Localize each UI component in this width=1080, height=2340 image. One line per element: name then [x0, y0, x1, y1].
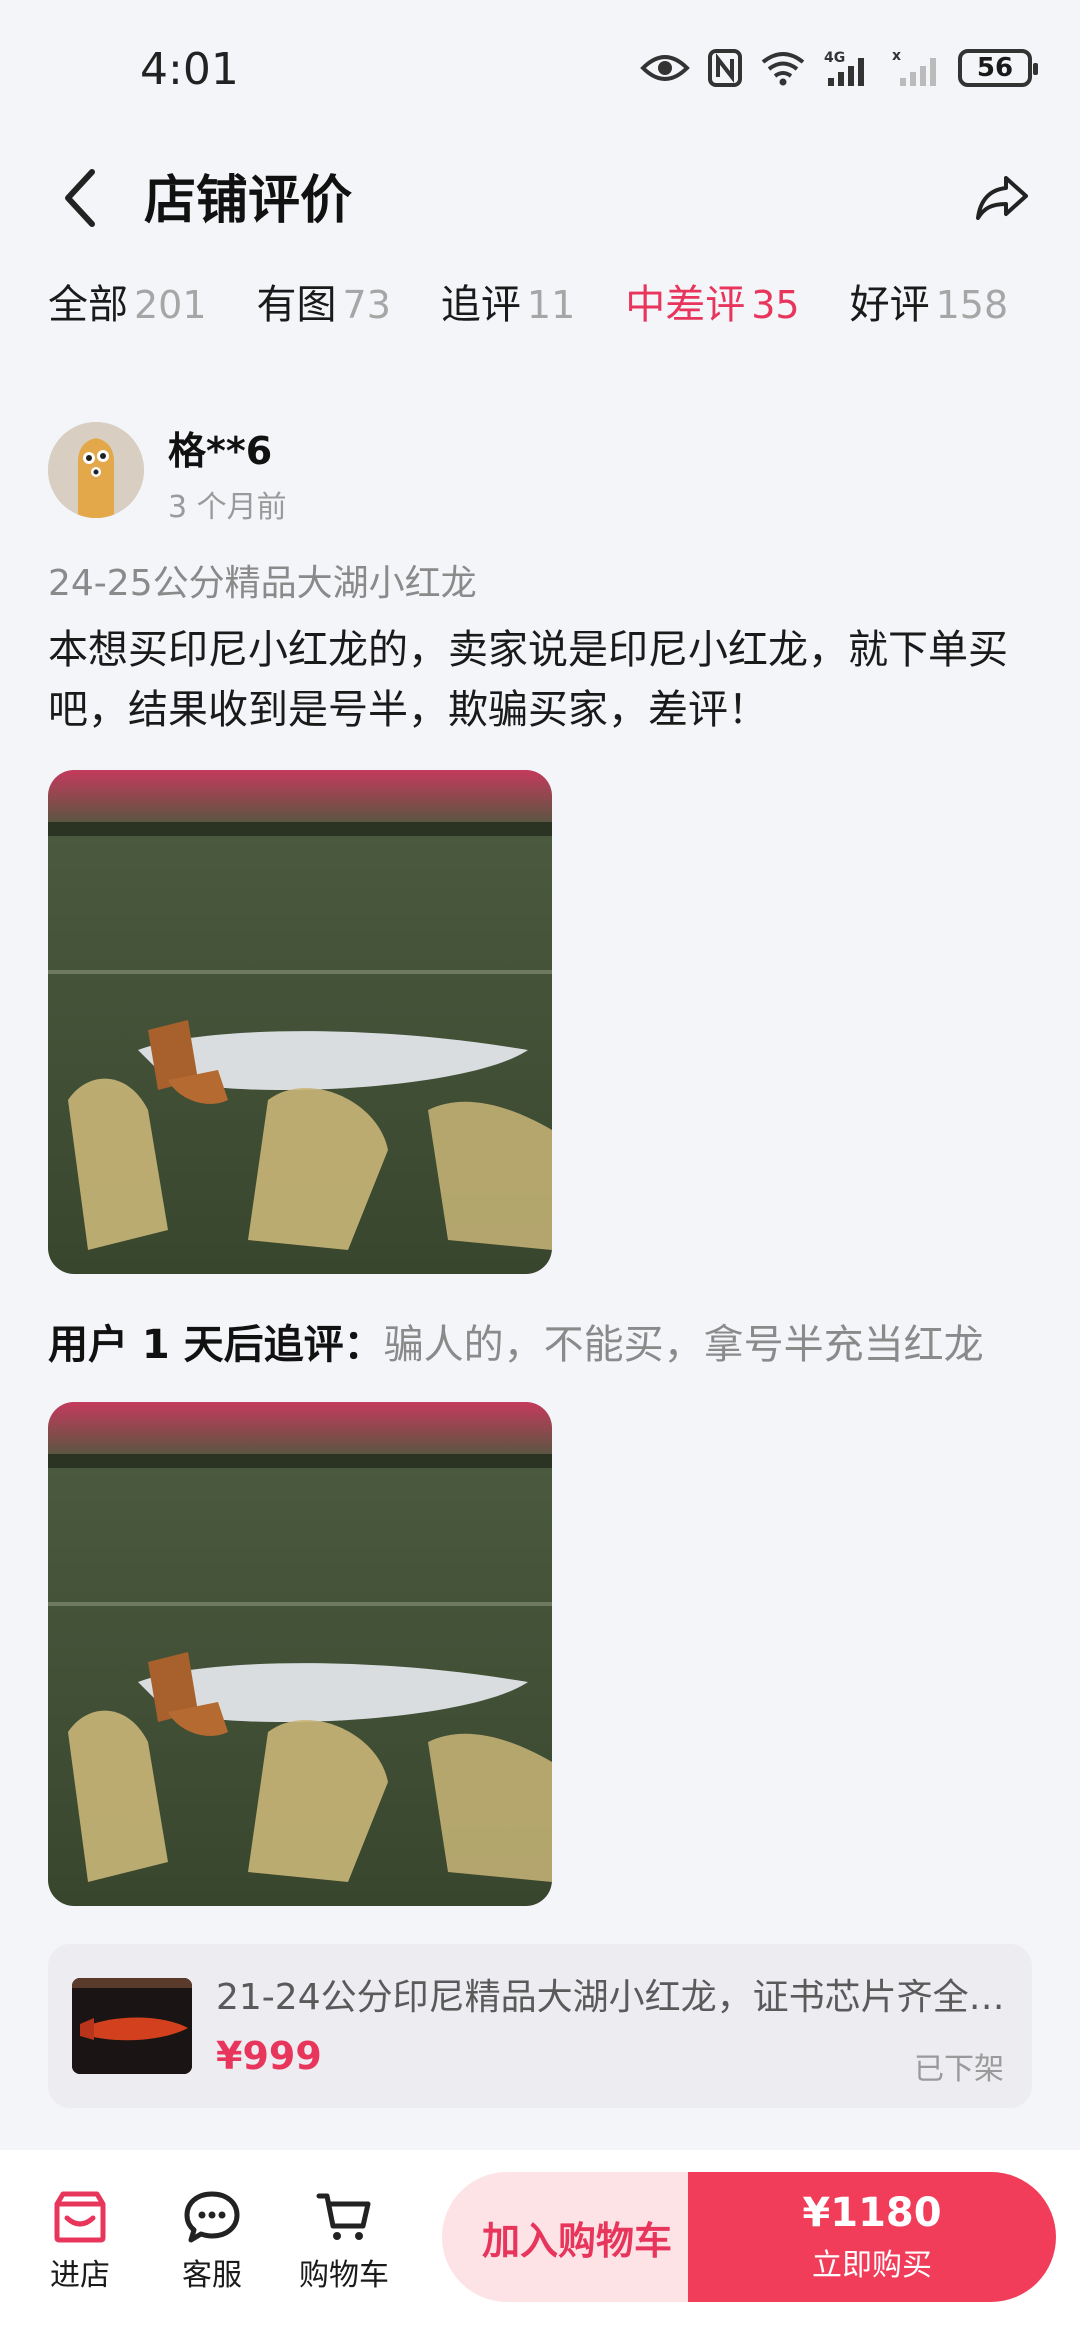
followup-photo[interactable] — [48, 1402, 552, 1906]
battery-icon: 56 — [958, 49, 1038, 87]
tab-with-photos[interactable]: 有图 73 — [257, 272, 391, 330]
store-icon — [54, 2191, 106, 2243]
product-card[interactable]: 21-24公分印尼精品大湖小红龙，证书芯片齐全… ¥999 已下架 — [48, 1944, 1032, 2108]
service-label: 客服 — [182, 2258, 242, 2293]
share-icon — [976, 176, 1028, 220]
review-time: 3 个月前 — [168, 490, 287, 525]
tab-count: 35 — [751, 283, 800, 327]
status-time: 4:01 — [140, 44, 239, 95]
buy-now-label: 立即购买 — [812, 2248, 932, 2283]
tab-count: 158 — [935, 283, 1009, 327]
status-bar: 4:01 4G x 56 — [0, 0, 1080, 140]
filter-tabs: 全部 201 有图 73 追评 11 中差评 35 好评 158 — [48, 266, 1056, 336]
cart-label: 购物车 — [299, 2258, 389, 2293]
store-button[interactable]: 进店 — [20, 2190, 140, 2294]
review-photo[interactable] — [48, 770, 552, 1274]
followup-text: 骗人的，不能买，拿号半充当红龙 — [383, 1322, 984, 1368]
avatar[interactable] — [48, 422, 144, 518]
nfc-icon — [708, 49, 742, 87]
buy-now-button[interactable]: ¥1180 立即购买 — [688, 2172, 1056, 2302]
reviewer-name: 格**6 — [168, 429, 273, 473]
product-thumbnail — [72, 1978, 192, 2074]
tab-count: 11 — [526, 283, 576, 327]
bottom-action-bar: 进店 客服 购物车 加入购物车 ¥1180 立即购买 — [0, 2150, 1080, 2340]
chevron-left-icon — [65, 169, 95, 227]
cart-icon — [316, 2193, 371, 2240]
tab-label: 全部 — [48, 282, 128, 328]
product-price: ¥999 — [216, 2034, 322, 2078]
product-status: 已下架 — [914, 2052, 1004, 2087]
buy-price: ¥1180 — [802, 2190, 942, 2236]
store-label: 进店 — [50, 2258, 110, 2293]
tab-label: 有图 — [256, 282, 337, 328]
product-name: 21-24公分印尼精品大湖小红龙，证书芯片齐全… — [216, 1977, 1005, 2018]
header: 店铺评价 — [0, 150, 1080, 250]
tab-label: 好评 — [849, 282, 930, 328]
back-button[interactable] — [48, 160, 112, 236]
followup-review: 用户 1 天后追评：骗人的，不能买，拿号半充当红龙 — [48, 1312, 984, 1370]
tab-positive[interactable]: 好评 158 — [850, 272, 1009, 330]
review-sku: 24-25公分精品大湖小红龙 — [48, 563, 477, 604]
customer-service-button[interactable]: 客服 — [152, 2190, 272, 2294]
tab-label: 追评 — [440, 282, 521, 328]
tab-count: 201 — [134, 283, 207, 327]
signal-icon: x — [892, 48, 940, 88]
eye-icon — [640, 52, 690, 84]
add-to-cart-button[interactable]: 加入购物车 — [442, 2172, 712, 2302]
tab-followup[interactable]: 追评 11 — [441, 272, 575, 330]
svg-text:4G: 4G — [824, 50, 845, 66]
tab-negative[interactable]: 中差评 35 — [625, 272, 799, 330]
tab-all[interactable]: 全部 201 — [48, 272, 207, 330]
followup-label: 用户 1 天后追评： — [48, 1322, 384, 1368]
cart-button[interactable]: 购物车 — [284, 2190, 404, 2294]
share-button[interactable] — [964, 160, 1040, 236]
svg-text:x: x — [892, 48, 901, 64]
page-title: 店铺评价 — [144, 171, 353, 231]
wifi-icon — [760, 50, 806, 86]
tab-count: 73 — [342, 283, 391, 327]
chat-icon — [184, 2191, 240, 2243]
review-content: 本想买印尼小红龙的，卖家说是印尼小红龙，就下单买吧，结果收到是号半，欺骗买家，差… — [48, 627, 1008, 733]
tab-label: 中差评 — [625, 282, 746, 328]
status-icons: 4G x 56 — [640, 46, 1038, 90]
4g-signal-icon: 4G — [824, 48, 874, 88]
